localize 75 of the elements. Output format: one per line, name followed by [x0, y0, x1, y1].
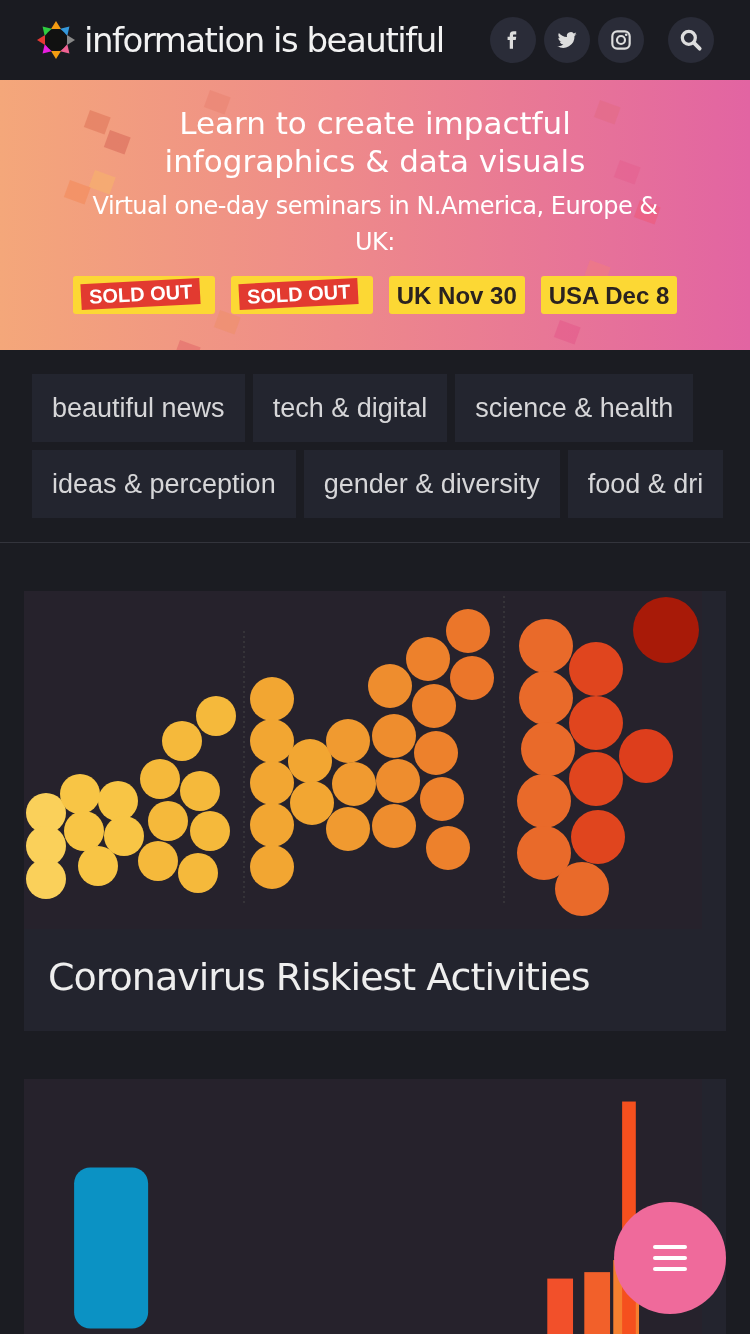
bubble [555, 862, 609, 916]
bubble [290, 781, 334, 825]
date-button[interactable]: SOLD OUT [72, 276, 215, 314]
bubble [426, 826, 470, 870]
bubble [250, 719, 294, 763]
bubble [368, 664, 412, 708]
bubble [571, 810, 625, 864]
category-tag[interactable]: science & health [455, 374, 694, 442]
article-title: Coronavirus Riskiest Activities [47, 954, 591, 1001]
search-button[interactable] [668, 17, 714, 63]
category-tag[interactable]: tech & digital [252, 374, 448, 442]
banner-subtitle: Virtual one-day seminars in N.America, Europe & UK: [91, 191, 659, 258]
bubble [569, 696, 623, 750]
bubble [519, 619, 573, 673]
bubble [420, 777, 464, 821]
banner-title: Learn to create impactful infographics & data visuals [163, 104, 587, 180]
menu-icon [653, 1245, 687, 1271]
bubble [569, 752, 623, 806]
logo-icon [36, 20, 76, 60]
bubble [414, 731, 458, 775]
bubble [372, 714, 416, 758]
bubble [196, 696, 236, 736]
date-button[interactable]: UK Nov 30 [388, 276, 525, 314]
bubble [521, 722, 575, 776]
bubble [250, 845, 294, 889]
instagram-icon [608, 27, 634, 53]
date-button[interactable]: USA Dec 8 [540, 276, 678, 314]
bubble [178, 853, 218, 893]
bar [584, 1271, 611, 1334]
bubble [517, 774, 571, 828]
twitter-button[interactable] [544, 17, 590, 63]
logo-text: information is beautiful [84, 18, 444, 62]
bar [547, 1278, 574, 1334]
bubble [519, 671, 573, 725]
bubble [326, 807, 370, 851]
category-tag[interactable]: beautiful news [32, 374, 245, 442]
bubble [148, 801, 188, 841]
bubble [138, 841, 178, 881]
bubble [162, 721, 202, 761]
bubble [26, 859, 66, 899]
sold-out-stamp: SOLD OUT [80, 277, 201, 311]
logo-link[interactable]: information is beautiful [36, 14, 444, 66]
sold-out-stamp: SOLD OUT [238, 277, 359, 311]
bubble [64, 811, 104, 851]
bubble [406, 637, 450, 681]
bubble [332, 762, 376, 806]
bubble [517, 826, 571, 880]
bubble [60, 774, 100, 814]
bubble [250, 677, 294, 721]
bubble [190, 811, 230, 851]
bubble [78, 846, 118, 886]
bubble [250, 761, 294, 805]
category-tag[interactable]: gender & diversity [303, 450, 560, 518]
bubble [450, 656, 494, 700]
bubble [104, 816, 144, 856]
date-button[interactable]: SOLD OUT [230, 276, 373, 314]
bubble [446, 609, 490, 653]
bubble [569, 642, 623, 696]
bubble [372, 804, 416, 848]
bubble [180, 771, 220, 811]
bubble [140, 759, 180, 799]
bubble [250, 803, 294, 847]
instagram-button[interactable] [598, 17, 644, 63]
category-tag[interactable]: ideas & perception [32, 450, 296, 518]
bubble [633, 597, 699, 663]
bubble [412, 684, 456, 728]
bubble [376, 759, 420, 803]
article-card[interactable]: Coronavirus Riskiest Activities [24, 591, 726, 1031]
facebook-button[interactable] [490, 17, 536, 63]
bubble [288, 739, 332, 783]
category-tag[interactable]: food & dri [567, 450, 724, 518]
search-icon [678, 27, 704, 53]
bubble [326, 719, 370, 763]
bubble [619, 729, 673, 783]
bubble [98, 781, 138, 821]
